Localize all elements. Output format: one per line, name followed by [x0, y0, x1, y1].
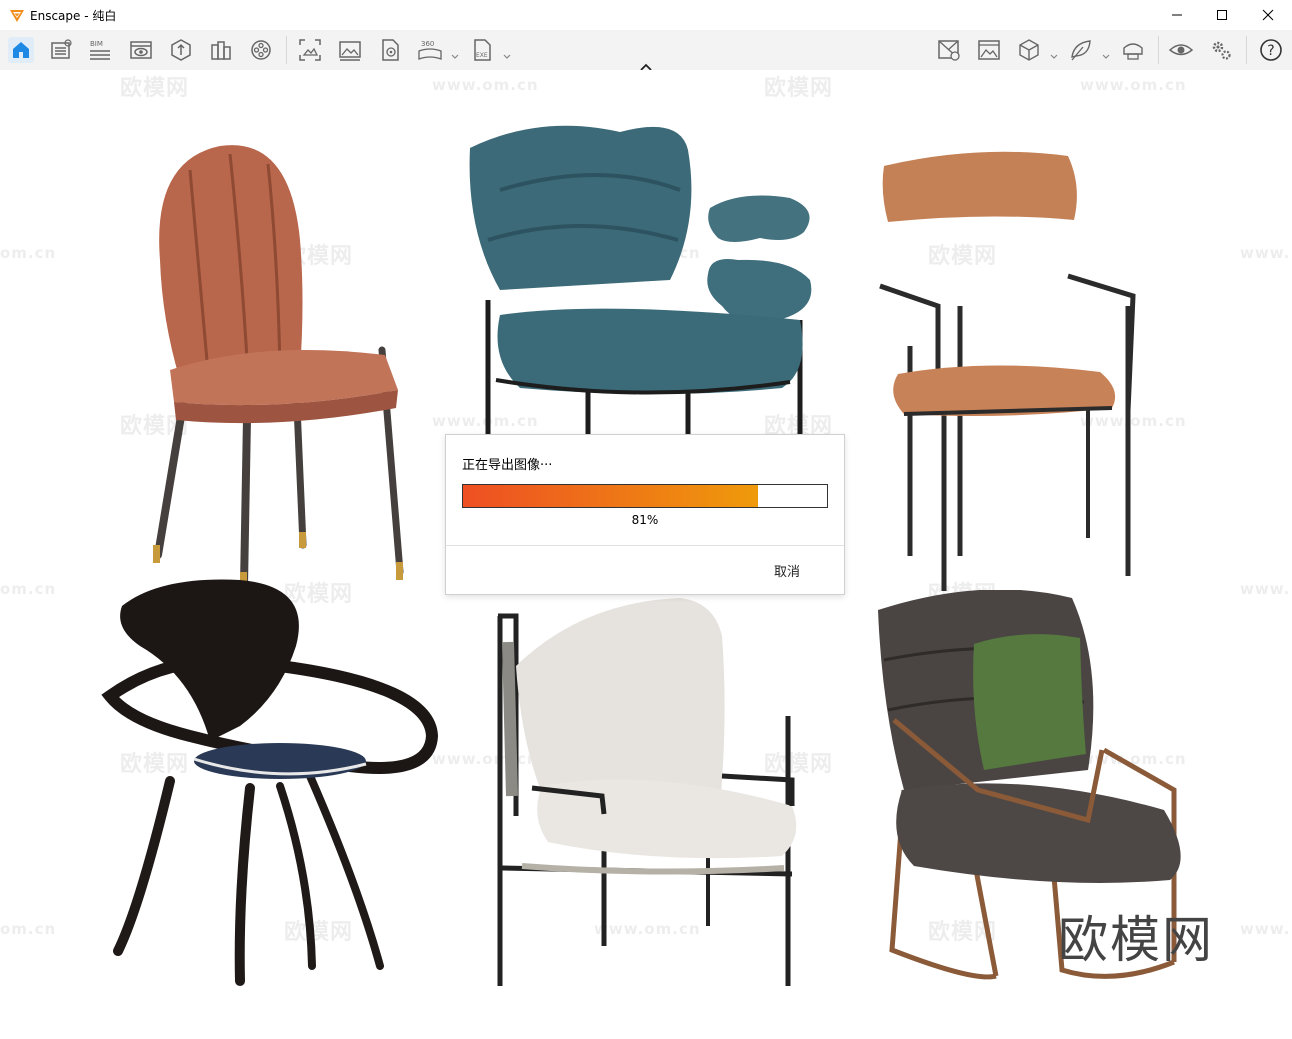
chevron-down-icon[interactable]: [451, 46, 459, 59]
maximize-icon: [1217, 10, 1227, 20]
export-panorama-icon: [382, 39, 399, 61]
settings-icon: [1212, 41, 1231, 60]
help-button[interactable]: ?: [1258, 37, 1284, 63]
close-button[interactable]: [1245, 0, 1291, 30]
sync-selection-icon: [938, 40, 960, 61]
window-title: Enscape - 纯白: [30, 9, 117, 23]
tan-armchair: [879, 151, 1136, 591]
watermark-site: www.om.cn: [432, 76, 539, 94]
rendering-button[interactable]: [976, 37, 1002, 63]
maximize-button[interactable]: [1199, 0, 1245, 30]
image-batch-icon: [339, 41, 361, 61]
toolbar-separator: [1246, 36, 1247, 64]
chevron-down-icon[interactable]: [1050, 46, 1058, 59]
feedback-button[interactable]: [1068, 37, 1094, 63]
material-editor-icon: [211, 41, 231, 60]
vr-headset-button[interactable]: [1120, 37, 1146, 63]
collapse-toolbar-chevron-up-icon[interactable]: [638, 58, 654, 71]
asset-library-icon: [171, 39, 191, 61]
enscape-logo-icon: [9, 7, 25, 23]
exe-export-button[interactable]: EXE: [469, 37, 495, 63]
watermark-brand: 欧模网: [120, 76, 190, 101]
sync-selection-button[interactable]: [936, 37, 962, 63]
watermark-site-partial: om.cn: [0, 920, 57, 938]
export-progress-dialog: 正在导出图像··· 81% 取消: [445, 434, 845, 595]
black-bentwood-chair: [101, 579, 439, 986]
progress-percent-text: 81%: [631, 513, 659, 527]
progress-bar: [462, 484, 828, 508]
dialog-divider: [446, 545, 844, 546]
views-cube-button[interactable]: [1016, 37, 1042, 63]
vr-headset-icon: [1123, 43, 1143, 60]
visual-settings-button[interactable]: [128, 37, 154, 63]
visibility-button[interactable]: [1168, 37, 1194, 63]
cancel-button[interactable]: 取消: [774, 561, 800, 580]
title-bar: Enscape - 纯白: [0, 0, 1292, 30]
settings-button[interactable]: [1208, 37, 1234, 63]
leather-dining-chair: [153, 145, 404, 592]
white-armchair: [497, 598, 797, 986]
toolbar-separator: [1158, 36, 1159, 64]
visibility-icon: [1168, 44, 1194, 56]
visual-settings-icon: [130, 41, 152, 59]
capture-screenshot-icon: [299, 39, 321, 61]
views-button[interactable]: [48, 37, 74, 63]
home-icon: [13, 42, 29, 58]
panorama-360-button[interactable]: 360: [417, 37, 443, 63]
capture-screenshot-button[interactable]: [297, 37, 323, 63]
panorama-360-label: 360: [421, 40, 434, 48]
help-label: ?: [1267, 43, 1274, 59]
progress-bar-fill: [463, 485, 758, 507]
rendering-icon: [978, 40, 1000, 60]
export-panorama-button[interactable]: [377, 37, 403, 63]
chevron-down-icon[interactable]: [503, 46, 511, 59]
chevron-down-icon[interactable]: [1102, 46, 1110, 59]
watermark-logo: 欧模网: [1058, 911, 1214, 969]
image-batch-button[interactable]: [337, 37, 363, 63]
help-icon: ?: [1260, 39, 1282, 61]
exe-export-icon: EXE: [474, 39, 491, 61]
video-editor-icon: [251, 40, 271, 60]
material-editor-button[interactable]: [208, 37, 234, 63]
dialog-title: 正在导出图像···: [462, 458, 553, 473]
close-icon: [1262, 9, 1274, 21]
home-button[interactable]: [8, 37, 34, 63]
blue-lounge-chair: [469, 125, 812, 440]
bim-button[interactable]: BIM: [88, 37, 114, 63]
watermark-site-partial: om.cn: [0, 580, 57, 598]
toolbar-separator: [286, 36, 287, 64]
views-icon: [51, 39, 72, 59]
bim-icon: BIM: [90, 40, 110, 60]
panorama-360-icon: 360: [418, 40, 442, 60]
watermark-site: www.om.cn: [1080, 76, 1187, 94]
exe-label: EXE: [476, 52, 488, 59]
video-editor-button[interactable]: [248, 37, 274, 63]
feedback-icon: [1071, 40, 1091, 61]
minimize-button[interactable]: [1154, 0, 1200, 30]
asset-library-button[interactable]: [168, 37, 194, 63]
minimize-icon: [1172, 14, 1182, 16]
watermark-site-partial: www.: [1240, 580, 1291, 598]
views-cube-icon: [1019, 39, 1039, 61]
bim-label: BIM: [90, 40, 103, 48]
watermark-brand: 欧模网: [764, 76, 834, 101]
watermark-site-partial: www.: [1240, 920, 1291, 938]
watermark-site-partial: om.cn: [0, 244, 57, 262]
watermark-site-partial: www.: [1240, 244, 1291, 262]
